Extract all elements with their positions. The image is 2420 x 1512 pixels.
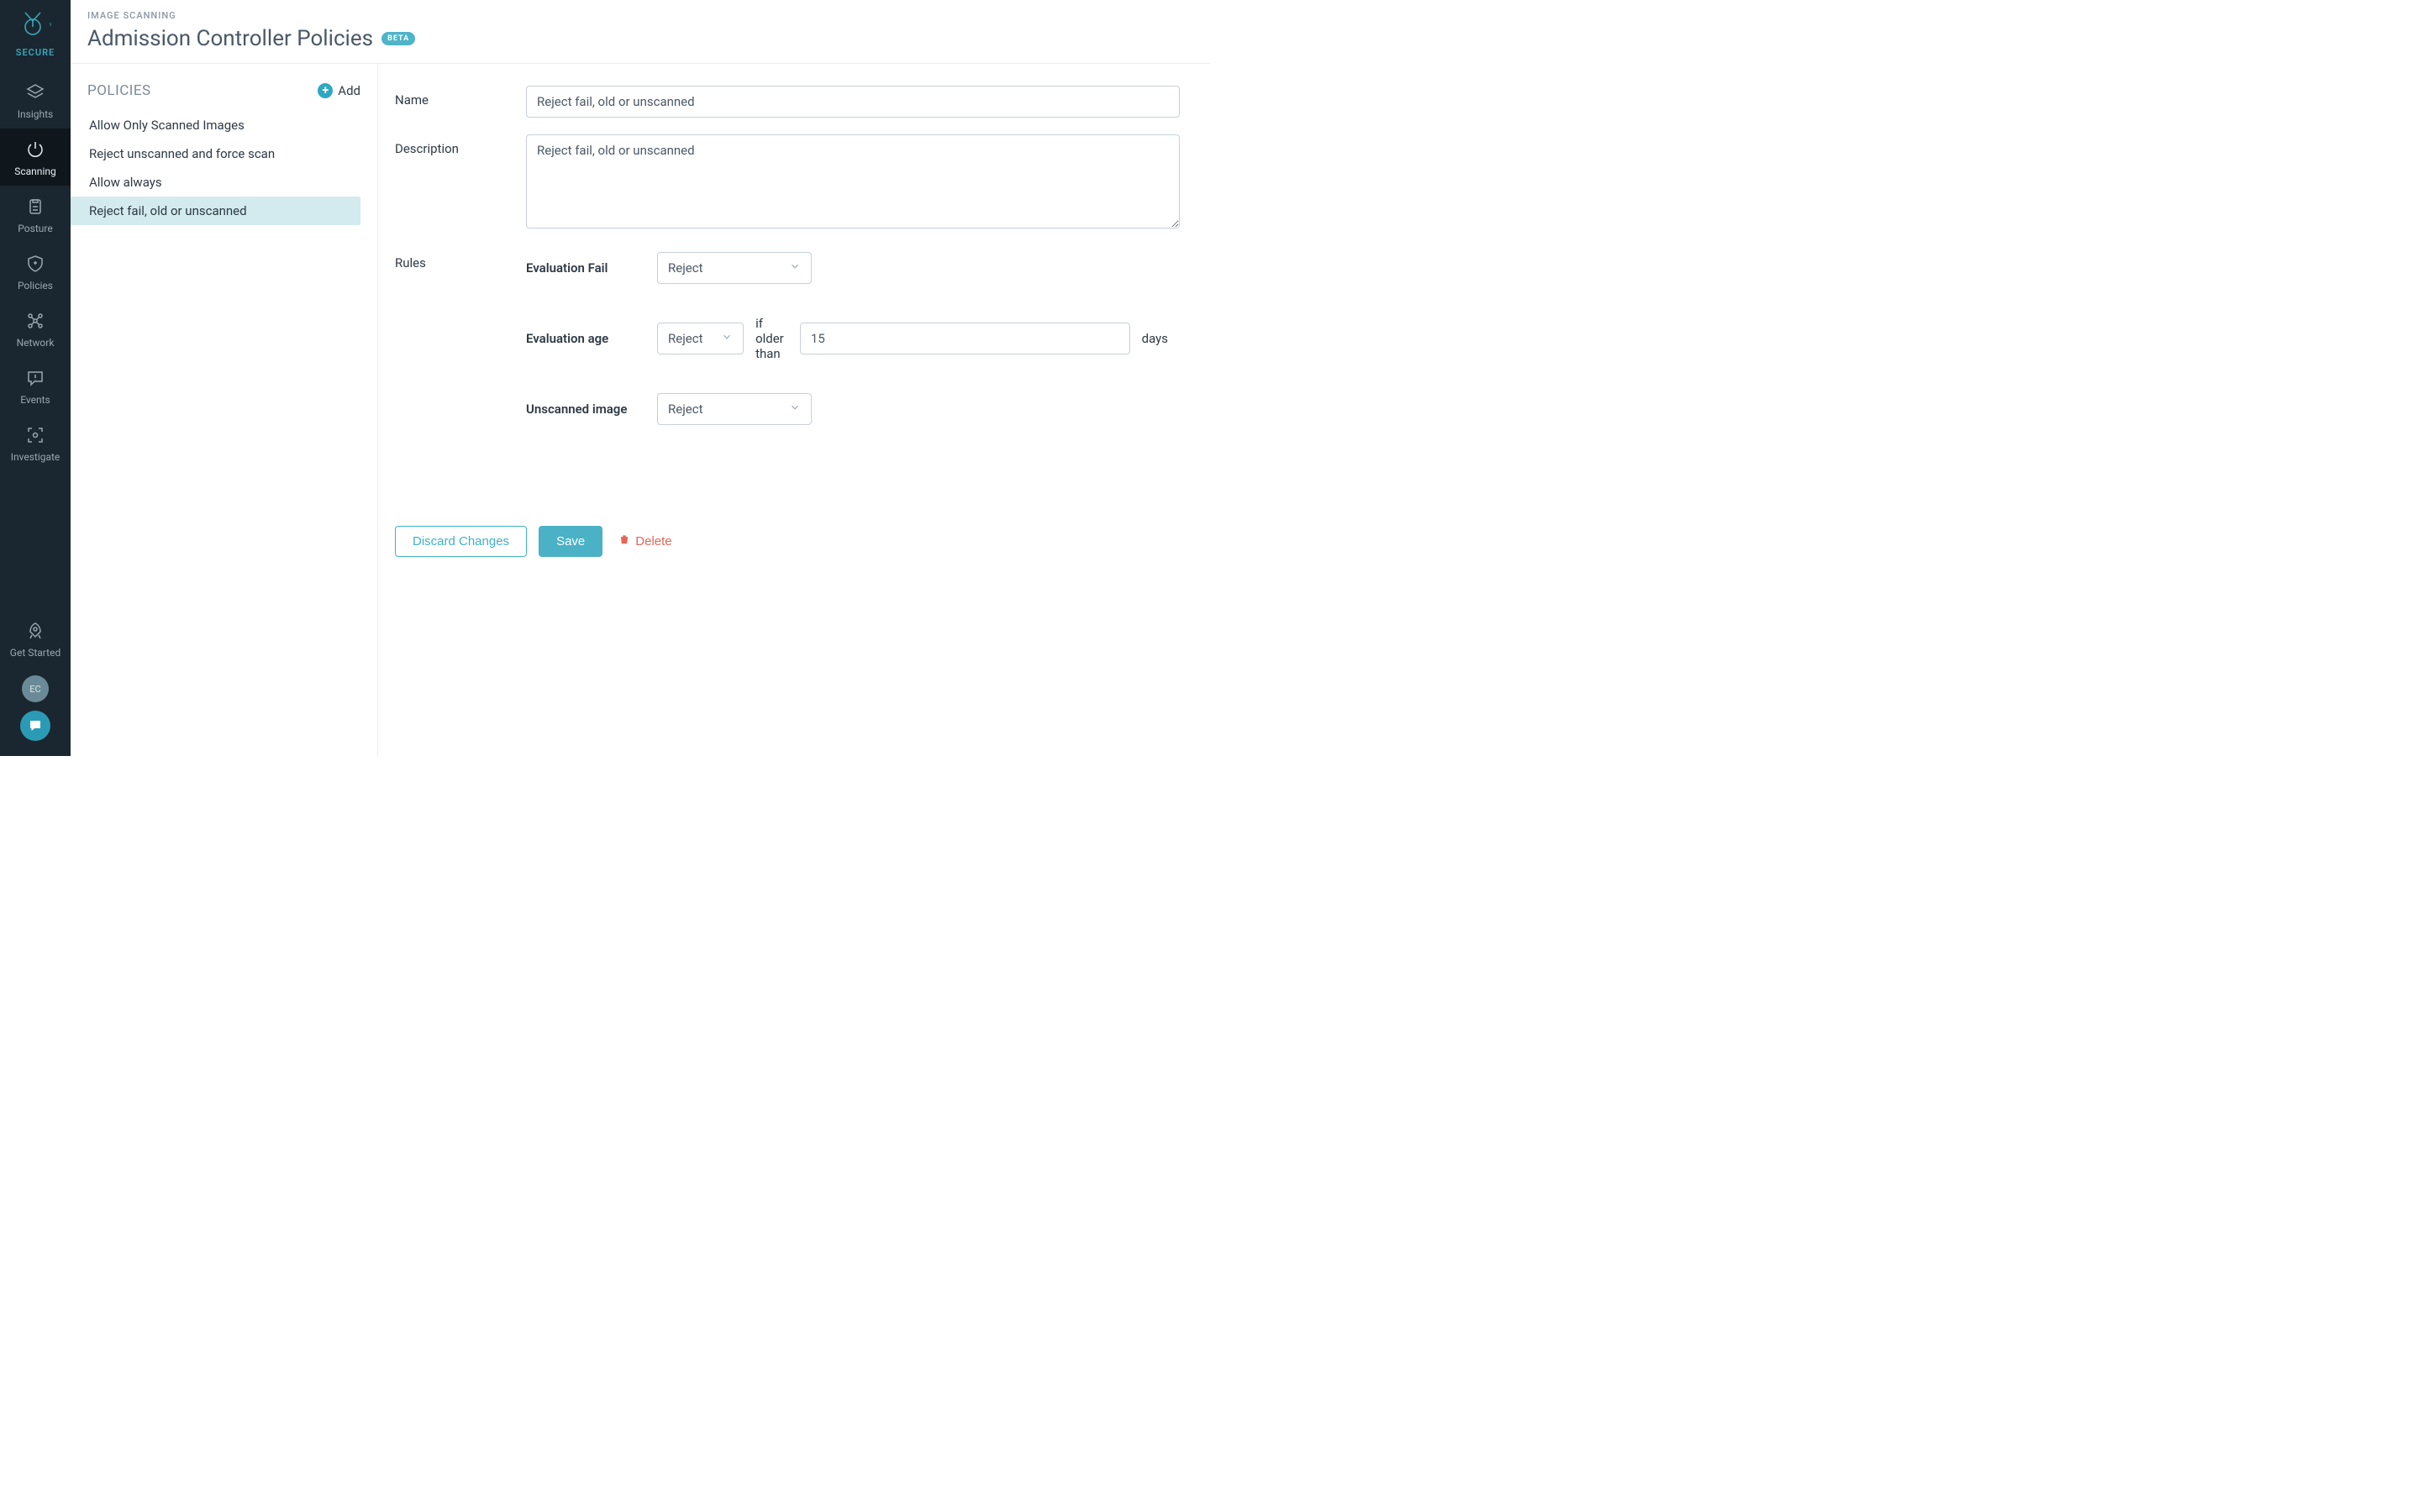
focus-icon [24,424,46,446]
power-icon [24,139,46,160]
sidebar: › SECURE Insights Scanning Posture Polic… [0,0,71,756]
add-policy-button[interactable]: + Add [318,83,360,98]
policies-heading: POLICIES [87,82,151,99]
brand-text: SECURE [16,47,55,58]
help-chat-button[interactable] [20,711,50,741]
nav-get-started[interactable]: Get Started [0,610,71,667]
select-value: Reject [668,402,703,417]
brand-logo[interactable]: › [18,10,51,39]
form-actions: Discard Changes Save Delete [395,524,1180,558]
eval-age-label: Evaluation age [526,331,657,346]
policy-item[interactable]: Allow always [71,168,360,197]
chevron-down-icon [721,331,733,346]
layers-icon [24,81,46,103]
policy-item[interactable]: Reject fail, old or unscanned [71,197,360,225]
age-days-input[interactable] [800,323,1130,354]
chevron-right-icon: › [49,20,51,29]
page-title: Admission Controller Policies [87,26,373,51]
content: POLICIES + Add Allow Only Scanned Images… [71,64,1210,756]
policy-item[interactable]: Allow Only Scanned Images [71,111,360,139]
nav-label: Get Started [10,647,60,659]
name-input[interactable] [526,86,1180,118]
nav-label: Insights [18,108,53,120]
nav-scanning[interactable]: Scanning [0,129,71,186]
breadcrumb: IMAGE SCANNING [87,10,1193,21]
name-label: Name [395,86,526,108]
nav-label: Network [17,337,55,349]
network-icon [24,310,46,332]
nav-label: Posture [18,223,52,234]
chevron-down-icon [789,402,801,417]
nav-label: Investigate [11,451,60,463]
plus-icon: + [318,83,333,98]
eval-age-select[interactable]: Reject [657,323,744,354]
policies-pane: POLICIES + Add Allow Only Scanned Images… [71,64,378,756]
nav-label: Scanning [14,165,55,177]
nav-network[interactable]: Network [0,300,71,357]
eval-fail-label: Evaluation Fail [526,260,657,276]
nav-investigate[interactable]: Investigate [0,414,71,471]
nav-label: Events [20,394,50,406]
chat-icon [28,718,43,733]
delete-button[interactable]: Delete [614,524,676,558]
nav-insights[interactable]: Insights [0,71,71,129]
delete-label: Delete [635,534,671,549]
eval-fail-select[interactable]: Reject [657,252,812,284]
unscanned-select[interactable]: Reject [657,393,812,425]
form-pane: Name Description Rules Evaluation Fail R… [378,64,1210,756]
rules-label: Rules [395,249,526,270]
policy-item[interactable]: Reject unscanned and force scan [71,139,360,168]
beta-badge: BETA [381,32,415,45]
nav-label: Policies [18,280,53,291]
page-header: IMAGE SCANNING Admission Controller Poli… [71,0,1210,64]
days-text: days [1142,331,1168,346]
description-input[interactable] [526,134,1180,228]
main: IMAGE SCANNING Admission Controller Poli… [71,0,1210,756]
select-value: Reject [668,331,703,346]
logo-icon [18,10,47,39]
discard-button[interactable]: Discard Changes [395,526,527,557]
nav-posture[interactable]: Posture [0,186,71,243]
clipboard-icon [24,196,46,218]
add-label: Add [338,83,360,98]
nav-policies[interactable]: Policies [0,243,71,300]
if-older-than-text: if older than [755,316,788,361]
select-value: Reject [668,260,703,276]
policy-list: Allow Only Scanned ImagesReject unscanne… [71,111,360,225]
user-avatar[interactable]: EC [22,675,49,702]
save-button[interactable]: Save [539,526,602,557]
chevron-down-icon [789,260,801,276]
trash-icon [618,533,630,549]
unscanned-label: Unscanned image [526,402,657,417]
nav-events[interactable]: Events [0,357,71,414]
description-label: Description [395,134,526,156]
alert-chat-icon [24,367,46,389]
rocket-icon [24,620,46,642]
shield-icon [24,253,46,275]
